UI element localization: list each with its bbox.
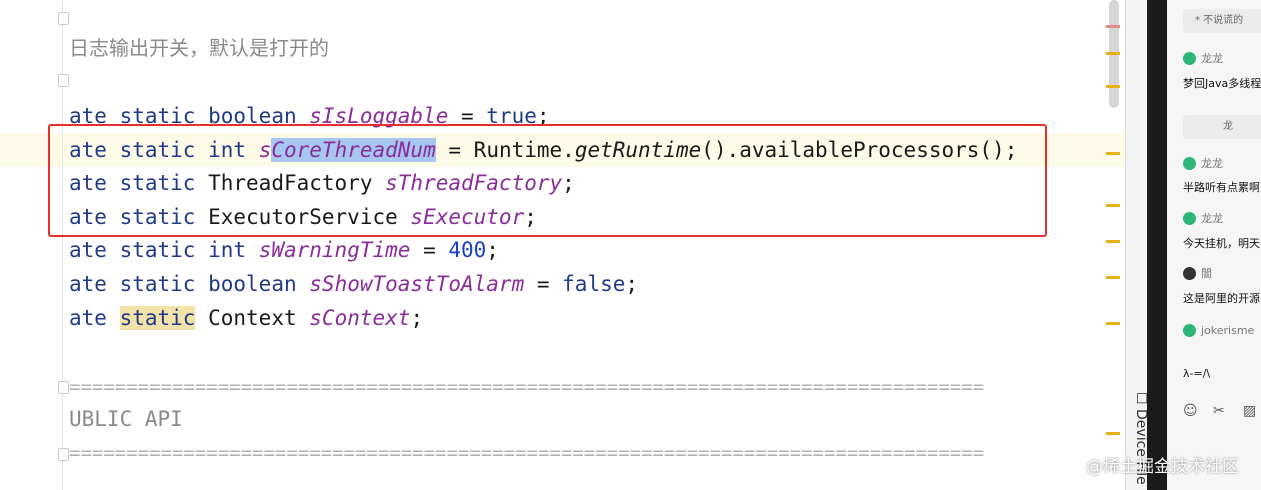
chat-username: 闇 [1183, 266, 1212, 282]
code-line-5[interactable]: ate static int sWarningTime = 400; [69, 235, 499, 265]
field-name: sContext [309, 306, 411, 330]
field-name: sWarningTime [258, 238, 411, 262]
chat-message: 半路听有点累啊 [1183, 181, 1260, 194]
scissors-icon[interactable]: ✂ [1213, 403, 1225, 419]
code-editor[interactable]: 日志输出开关，默认是打开的 ate static boolean sIsLogg… [0, 0, 1125, 490]
chat-username: 龙龙 [1183, 156, 1223, 172]
fold-marker[interactable] [58, 74, 69, 87]
code-line-6[interactable]: ate static boolean sShowToastToAlarm = f… [69, 269, 638, 299]
keyword: ate [69, 238, 107, 262]
user-avatar-icon [1183, 51, 1196, 65]
watermark: @稀土掘金技术社区 [1086, 457, 1239, 477]
operator: = [410, 238, 449, 262]
chat-system-notice: 龙 [1183, 115, 1261, 139]
comment-separator: ========================================… [69, 444, 985, 462]
warning-stripe-mark[interactable] [1106, 432, 1120, 435]
section-comment: UBLIC API [69, 407, 183, 431]
terminator: ; [410, 306, 424, 330]
keyword: ate [69, 306, 107, 330]
warning-stripe-mark[interactable] [1106, 152, 1120, 155]
type-name: int [208, 238, 247, 262]
fold-marker[interactable] [58, 12, 69, 25]
fold-marker[interactable] [58, 381, 69, 394]
operator: = [524, 272, 563, 296]
chat-username: 龙龙 [1183, 51, 1223, 67]
window-border [1147, 0, 1167, 490]
keyword: static [119, 238, 196, 262]
code-comment: 日志输出开关，默认是打开的 [69, 36, 329, 60]
image-icon[interactable]: ▨ [1243, 403, 1256, 419]
user-avatar-icon [1183, 211, 1196, 225]
warning-stripe-mark[interactable] [1106, 240, 1120, 243]
live-chat-panel: * 不说谎的 龙龙 梦回Java多线程 龙 龙龙 半路听有点累啊 龙龙 今天挂机… [1167, 0, 1261, 490]
keyword: ate [69, 272, 107, 296]
warning-stripe-mark[interactable] [1106, 52, 1120, 55]
user-avatar-icon [1183, 156, 1196, 170]
emoji-icon[interactable]: ☺ [1183, 403, 1198, 419]
warning-stripe-mark[interactable] [1106, 322, 1120, 325]
keyword: static [119, 272, 196, 296]
annotation-highlight-box [48, 124, 1047, 237]
type-name: Context [208, 306, 297, 330]
code-line-7[interactable]: ate static Context sContext; [69, 303, 423, 333]
chat-message: 这是阿里的开源 [1183, 292, 1260, 305]
user-avatar-icon [1183, 323, 1196, 337]
fold-marker[interactable] [58, 448, 69, 461]
warning-stripe-mark[interactable] [1106, 276, 1120, 279]
number-literal: 400 [448, 238, 487, 262]
chat-message: 今天挂机，明天 [1183, 237, 1260, 250]
literal: false [562, 272, 626, 296]
chat-system-notice: * 不说谎的 [1183, 9, 1261, 33]
keyword-usage-highlight: static [119, 306, 196, 330]
user-avatar-icon [1183, 266, 1196, 280]
chat-message: λ-=/\ [1183, 367, 1211, 380]
comment-separator: ========================================… [69, 378, 985, 396]
chat-message: 梦回Java多线程 [1183, 77, 1261, 90]
chat-username: jokerisme [1183, 323, 1254, 339]
terminator: ; [486, 238, 499, 262]
error-stripe-mark[interactable] [1106, 25, 1120, 28]
chat-username: 龙龙 [1183, 211, 1223, 227]
warning-stripe-mark[interactable] [1106, 204, 1120, 207]
field-name: sShowToastToAlarm [309, 272, 525, 296]
warning-stripe-mark[interactable] [1106, 85, 1120, 88]
type-name: boolean [208, 272, 297, 296]
terminator: ; [625, 272, 639, 296]
